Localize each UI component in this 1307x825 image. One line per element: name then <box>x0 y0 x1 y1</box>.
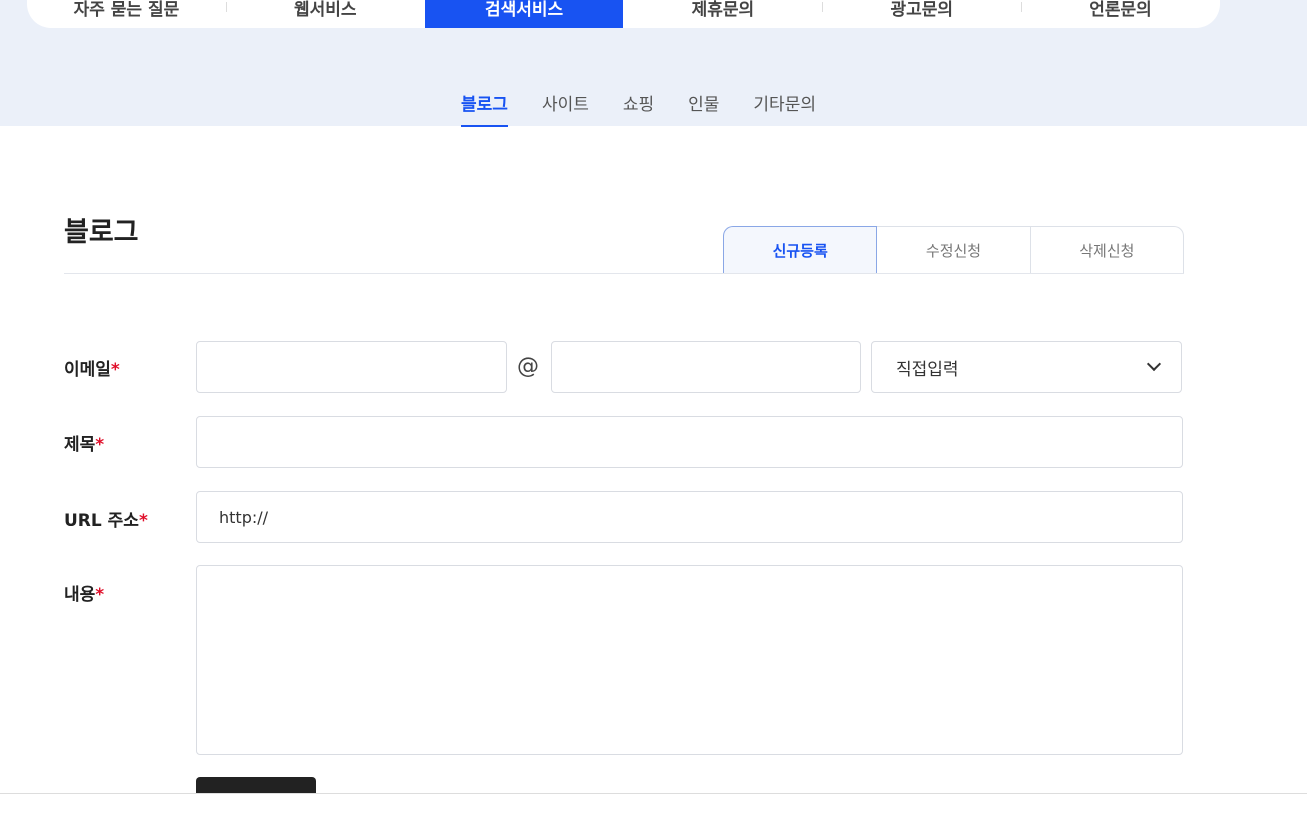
main-tab-partnership[interactable]: 제휴문의 <box>623 0 822 28</box>
main-tab-bar: 자주 묻는 질문 웹서비스 검색서비스 제휴문의 광고문의 언론문의 <box>27 0 1220 28</box>
bottom-bar <box>0 794 1307 825</box>
chevron-down-icon <box>1146 356 1162 372</box>
sub-tab-person[interactable]: 인물 <box>688 82 719 127</box>
subject-label-text: 제목 <box>64 435 96 455</box>
main-tab-press[interactable]: 언론문의 <box>1021 0 1220 28</box>
required-mark: * <box>138 511 148 531</box>
sub-tab-other[interactable]: 기타문의 <box>753 82 816 127</box>
required-mark: * <box>95 585 105 605</box>
required-mark: * <box>110 360 120 380</box>
url-input[interactable] <box>196 491 1183 543</box>
bottom-divider <box>0 793 1307 794</box>
email-domain-select-value: 직접입력 <box>896 359 959 380</box>
url-label-text: URL 주소 <box>64 511 139 531</box>
main-tab-label: 광고문의 <box>890 0 953 20</box>
tab-edit-request[interactable]: 수정신청 <box>877 226 1031 274</box>
tab-new-registration[interactable]: 신규등록 <box>723 226 878 274</box>
sub-tab-site[interactable]: 사이트 <box>542 82 589 127</box>
main-tab-advertising[interactable]: 광고문의 <box>822 0 1021 28</box>
url-label: URL 주소* <box>64 506 148 531</box>
main-tab-faq[interactable]: 자주 묻는 질문 <box>27 0 226 28</box>
section-title: 블로그 <box>64 217 139 248</box>
email-domain-input[interactable] <box>551 341 861 393</box>
main-tab-label: 자주 묻는 질문 <box>73 0 180 20</box>
request-type-tabs: 신규등록 수정신청 삭제신청 <box>723 226 1184 274</box>
main-tab-label: 언론문의 <box>1089 0 1152 20</box>
at-sign: @ <box>517 354 539 379</box>
subject-input[interactable] <box>196 416 1183 468</box>
sub-tab-shopping[interactable]: 쇼핑 <box>623 82 654 127</box>
tab-delete-request[interactable]: 삭제신청 <box>1030 226 1184 274</box>
email-label-text: 이메일 <box>64 360 111 380</box>
email-label: 이메일* <box>64 355 120 380</box>
content-label-text: 내용 <box>64 585 96 605</box>
title-divider <box>64 273 1184 274</box>
main-tab-web-service[interactable]: 웹서비스 <box>225 0 425 28</box>
subject-label: 제목* <box>64 430 104 455</box>
main-tab-label: 웹서비스 <box>293 0 357 20</box>
main-tab-label: 검색서비스 <box>484 0 564 20</box>
required-mark: * <box>95 435 105 455</box>
top-band: 자주 묻는 질문 웹서비스 검색서비스 제휴문의 광고문의 언론문의 블로그 사… <box>0 0 1307 127</box>
content-textarea[interactable] <box>196 565 1183 755</box>
email-local-input[interactable] <box>196 341 507 393</box>
sub-tab-bar: 블로그 사이트 쇼핑 인물 기타문의 <box>0 82 1307 127</box>
main-tab-search-service[interactable]: 검색서비스 <box>424 0 624 28</box>
main-tab-label: 제휴문의 <box>691 0 755 20</box>
sub-tab-blog[interactable]: 블로그 <box>461 82 508 127</box>
email-domain-select[interactable]: 직접입력 <box>871 341 1182 393</box>
content-label: 내용* <box>64 580 104 605</box>
